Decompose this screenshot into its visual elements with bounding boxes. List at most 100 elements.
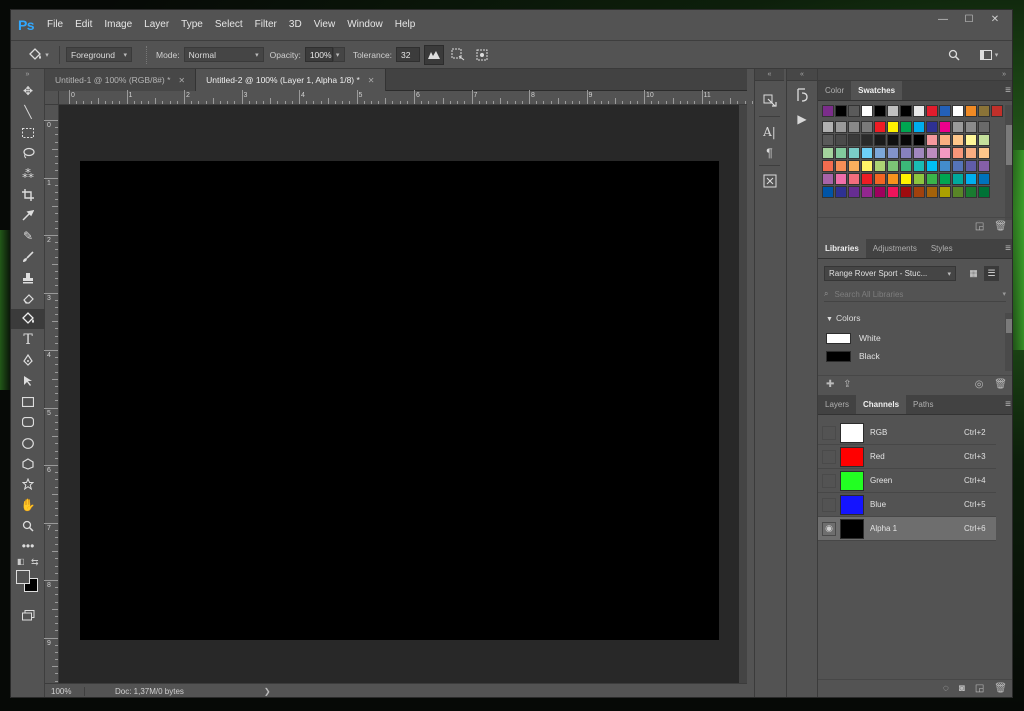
swatch[interactable] xyxy=(848,121,860,133)
visibility-eye-icon[interactable]: ◉ xyxy=(822,521,836,536)
tab-panel-layers[interactable]: Layers xyxy=(818,395,856,414)
swatch[interactable] xyxy=(952,160,964,172)
anti-alias-icon[interactable] xyxy=(424,44,445,65)
menu-window[interactable]: Window xyxy=(341,10,389,40)
swatch[interactable] xyxy=(926,186,938,198)
clone-stamp-tool-icon[interactable] xyxy=(11,267,45,288)
tab-close-icon[interactable]: ✕ xyxy=(368,76,375,85)
menu-type[interactable]: Type xyxy=(175,10,209,40)
swatch[interactable] xyxy=(926,134,938,146)
hand-tool-icon[interactable]: ✋ xyxy=(11,495,45,516)
swatch[interactable] xyxy=(965,105,977,117)
search-icon[interactable] xyxy=(944,45,964,65)
swatch[interactable] xyxy=(874,147,886,159)
edit-toolbar-icon[interactable]: ••• xyxy=(11,536,45,557)
menu-view[interactable]: View xyxy=(308,10,342,40)
menu-help[interactable]: Help xyxy=(389,10,422,40)
swatches-scrollbar[interactable] xyxy=(1005,105,1012,220)
document-canvas[interactable] xyxy=(80,161,719,640)
character-icon[interactable]: A| xyxy=(755,120,784,144)
tab-panel-adjustments[interactable]: Adjustments xyxy=(866,239,924,258)
custom-shape-tool-icon[interactable] xyxy=(11,474,45,495)
swatch[interactable] xyxy=(848,105,860,117)
delete-channel-icon[interactable]: 🗑 xyxy=(994,683,1007,694)
toolbar-collapse-icon[interactable]: » xyxy=(11,69,44,81)
channel-row[interactable]: 👁 Red Ctrl+3 xyxy=(818,445,996,469)
menu-image[interactable]: Image xyxy=(98,10,138,40)
swatch[interactable] xyxy=(952,147,964,159)
new-swatch-icon[interactable]: ◲ xyxy=(975,221,984,232)
swatch[interactable] xyxy=(952,134,964,146)
ruler-origin[interactable] xyxy=(45,91,59,105)
right-panels-collapse-icon[interactable]: » xyxy=(818,69,1012,81)
swatch[interactable] xyxy=(861,160,873,172)
swatch[interactable] xyxy=(939,186,951,198)
type-tool-icon[interactable]: T xyxy=(11,329,45,350)
swatch[interactable] xyxy=(952,105,964,117)
swatch[interactable] xyxy=(965,173,977,185)
channel-row[interactable]: 👁 Blue Ctrl+5 xyxy=(818,493,996,517)
visibility-eye-icon[interactable]: 👁 xyxy=(822,497,836,512)
swatch[interactable] xyxy=(835,186,847,198)
swatch[interactable] xyxy=(900,134,912,146)
swatch[interactable] xyxy=(965,134,977,146)
swatch[interactable] xyxy=(900,147,912,159)
menu-select[interactable]: Select xyxy=(209,10,249,40)
swatch[interactable] xyxy=(822,134,834,146)
save-selection-channel-icon[interactable]: ◙ xyxy=(959,683,965,694)
properties-icon[interactable] xyxy=(755,89,784,113)
swatch[interactable] xyxy=(848,186,860,198)
swatch[interactable] xyxy=(874,173,886,185)
rectangle-tool-icon[interactable] xyxy=(11,391,45,412)
tab-panel-libraries[interactable]: Libraries xyxy=(818,239,866,258)
swatch[interactable] xyxy=(822,160,834,172)
swatch[interactable] xyxy=(887,160,899,172)
library-add-icon[interactable]: ✚ ⇪ xyxy=(826,379,852,390)
channel-row[interactable]: 👁 RGB Ctrl+2 xyxy=(818,421,996,445)
menu-file[interactable]: File xyxy=(41,10,69,40)
artboard-tool-icon[interactable]: ╲ xyxy=(11,102,45,123)
menu-layer[interactable]: Layer xyxy=(138,10,175,40)
swatch[interactable] xyxy=(848,173,860,185)
swatch[interactable] xyxy=(939,160,951,172)
channel-row[interactable]: 👁 Green Ctrl+4 xyxy=(818,469,996,493)
maximize-icon[interactable]: ☐ xyxy=(956,10,982,28)
visibility-eye-icon[interactable]: 👁 xyxy=(822,449,836,464)
swatch[interactable] xyxy=(900,173,912,185)
menu-edit[interactable]: Edit xyxy=(69,10,98,40)
library-color-item[interactable]: Black xyxy=(826,349,880,363)
close-icon[interactable]: ✕ xyxy=(982,10,1008,28)
swatch[interactable] xyxy=(835,134,847,146)
move-tool-icon[interactable]: ✥ xyxy=(11,81,45,102)
swatches-scroll-thumb[interactable] xyxy=(1006,125,1012,165)
swatch[interactable] xyxy=(900,121,912,133)
paint-bucket-preset-icon[interactable]: ▾ xyxy=(23,45,53,65)
marquee-tool-icon[interactable] xyxy=(11,122,45,143)
workspace-icon[interactable]: ▾ xyxy=(974,45,1004,65)
path-selection-tool-icon[interactable] xyxy=(11,371,45,392)
library-search[interactable]: ⌕ Search All Libraries ▾ xyxy=(824,287,1006,302)
swap-colors-icon[interactable]: ⇆ xyxy=(31,557,39,568)
swatch[interactable] xyxy=(965,186,977,198)
library-delete-icon[interactable]: 🗑 xyxy=(994,379,1007,390)
library-scrollbar[interactable] xyxy=(1005,313,1012,371)
foreground-color-swatch[interactable] xyxy=(16,569,30,584)
swatch[interactable] xyxy=(978,147,990,159)
swatch[interactable] xyxy=(939,147,951,159)
horizontal-ruler[interactable]: 0 1 2 3 4 5 6 7 8 9 10 11 xyxy=(59,90,753,105)
all-layers-icon[interactable] xyxy=(472,45,492,65)
swatch[interactable] xyxy=(926,173,938,185)
polygon-tool-icon[interactable] xyxy=(11,453,45,474)
delete-swatch-icon[interactable]: 🗑 xyxy=(994,221,1007,232)
swatch[interactable] xyxy=(887,186,899,198)
dock-2-collapse-icon[interactable]: « xyxy=(787,69,817,81)
swatch[interactable] xyxy=(874,134,886,146)
swatch[interactable] xyxy=(848,160,860,172)
eyedropper-tool-icon[interactable] xyxy=(11,205,45,226)
swatch[interactable] xyxy=(861,105,873,117)
swatch[interactable] xyxy=(887,134,899,146)
swatch[interactable] xyxy=(861,186,873,198)
rounded-rectangle-tool-icon[interactable] xyxy=(11,412,45,433)
actions-play-icon[interactable]: ▶ xyxy=(787,107,817,131)
swatch[interactable] xyxy=(913,134,925,146)
